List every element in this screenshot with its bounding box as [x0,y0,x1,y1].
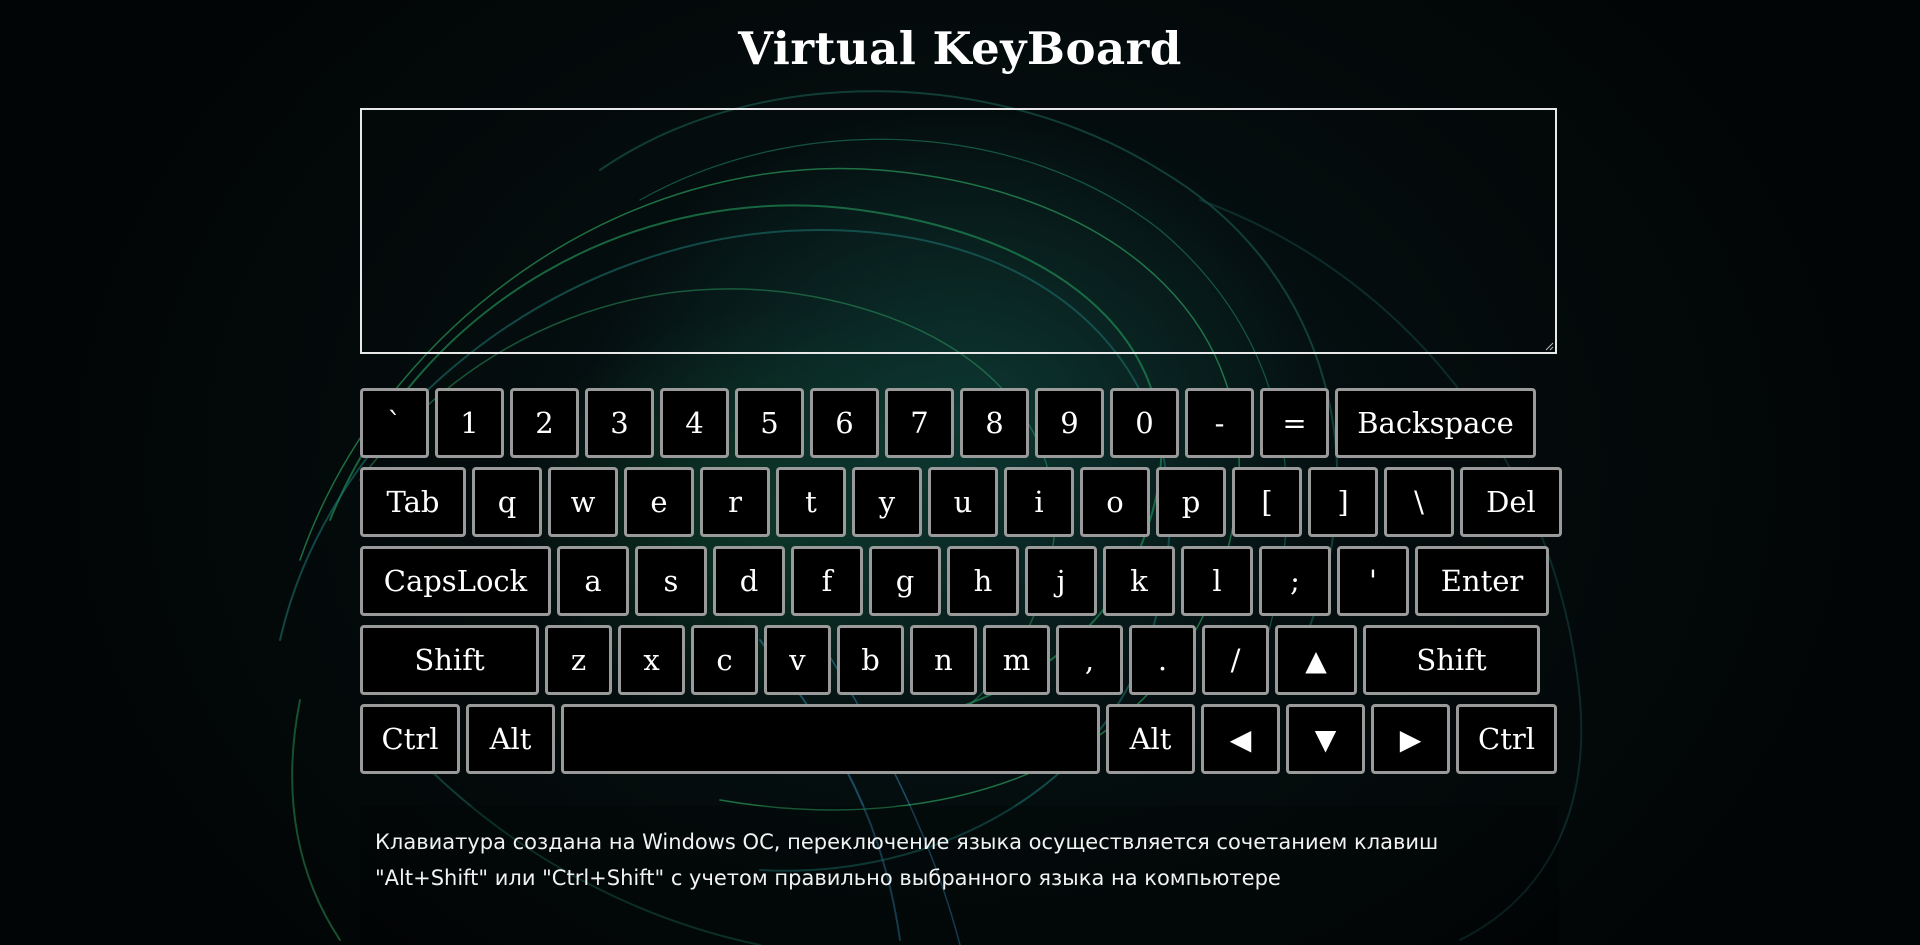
key-n[interactable]: n [910,625,977,695]
key-h[interactable]: h [947,546,1019,616]
virtual-keyboard: ` 1 2 3 4 5 6 7 8 9 0- = Backspace Tab q w e r t y u i o p[] \ De… [360,388,1562,783]
key-2[interactable]: 2 [510,388,579,458]
key-8[interactable]: 8 [960,388,1029,458]
keyboard-row-3: CapsLock a s d f g h j k l; ' Enter [360,546,1559,616]
key-c[interactable]: c [691,625,758,695]
key-6[interactable]: 6 [810,388,879,458]
key-arrow-left[interactable]: ◀ [1201,704,1280,774]
text-output-area[interactable] [360,108,1557,354]
key-enter[interactable]: Enter [1415,546,1549,616]
key-semicolon[interactable]: ; [1259,546,1331,616]
key-backspace[interactable]: Backspace [1335,388,1536,458]
key-1[interactable]: 1 [435,388,504,458]
key-k[interactable]: k [1103,546,1175,616]
key-ctrl-right[interactable]: Ctrl [1456,704,1557,774]
key-m[interactable]: m [983,625,1050,695]
key-9[interactable]: 9 [1035,388,1104,458]
key-bracket-left[interactable]: [ [1232,467,1302,537]
key-r[interactable]: r [700,467,770,537]
key-quote[interactable]: ' [1337,546,1409,616]
key-tab[interactable]: Tab [360,467,466,537]
key-z[interactable]: z [545,625,612,695]
key-space[interactable] [561,704,1100,774]
keyboard-row-1: ` 1 2 3 4 5 6 7 8 9 0- = Backspace [360,388,1559,458]
key-3[interactable]: 3 [585,388,654,458]
key-y[interactable]: y [852,467,922,537]
key-b[interactable]: b [837,625,904,695]
key-alt-right[interactable]: Alt [1106,704,1195,774]
key-backslash[interactable]: \ [1384,467,1454,537]
key-equals[interactable]: = [1260,388,1329,458]
key-4[interactable]: 4 [660,388,729,458]
key-q[interactable]: q [472,467,542,537]
key-g[interactable]: g [869,546,941,616]
page-title: Virtual KeyBoard [738,22,1182,75]
key-5[interactable]: 5 [735,388,804,458]
key-arrow-down[interactable]: ▼ [1286,704,1365,774]
key-arrow-up[interactable]: ▲ [1275,625,1357,695]
key-o[interactable]: o [1080,467,1150,537]
key-f[interactable]: f [791,546,863,616]
key-0[interactable]: 0 [1110,388,1179,458]
key-arrow-right[interactable]: ▶ [1371,704,1450,774]
key-period[interactable]: . [1129,625,1196,695]
key-shift-left[interactable]: Shift [360,625,539,695]
key-7[interactable]: 7 [885,388,954,458]
key-shift-right[interactable]: Shift [1363,625,1540,695]
key-del[interactable]: Del [1460,467,1562,537]
key-alt-left[interactable]: Alt [466,704,555,774]
key-ctrl-left[interactable]: Ctrl [360,704,460,774]
key-comma[interactable]: , [1056,625,1123,695]
key-s[interactable]: s [635,546,707,616]
resize-grip-icon[interactable] [1544,341,1554,351]
keyboard-row-4: Shift z x c v b n m,. / ▲ Shift [360,625,1559,695]
key-e[interactable]: e [624,467,694,537]
key-a[interactable]: a [557,546,629,616]
key-w[interactable]: w [548,467,618,537]
key-v[interactable]: v [764,625,831,695]
key-i[interactable]: i [1004,467,1074,537]
key-j[interactable]: j [1025,546,1097,616]
key-l[interactable]: l [1181,546,1253,616]
key-x[interactable]: x [618,625,685,695]
key-bracket-right[interactable]: ] [1308,467,1378,537]
key-d[interactable]: d [713,546,785,616]
keyboard-row-2: Tab q w e r t y u i o p[] \ Del [360,467,1562,537]
key-capslock[interactable]: CapsLock [360,546,551,616]
key-p[interactable]: p [1156,467,1226,537]
key-t[interactable]: t [776,467,846,537]
key-backtick[interactable]: ` [360,388,429,458]
key-slash[interactable]: / [1202,625,1269,695]
key-u[interactable]: u [928,467,998,537]
key-minus[interactable]: - [1185,388,1254,458]
keyboard-row-5: Ctrl Alt Alt ◀ ▼ ▶ Ctrl [360,704,1559,774]
info-note: Клавиатура создана на Windows ОС, перекл… [360,806,1559,945]
